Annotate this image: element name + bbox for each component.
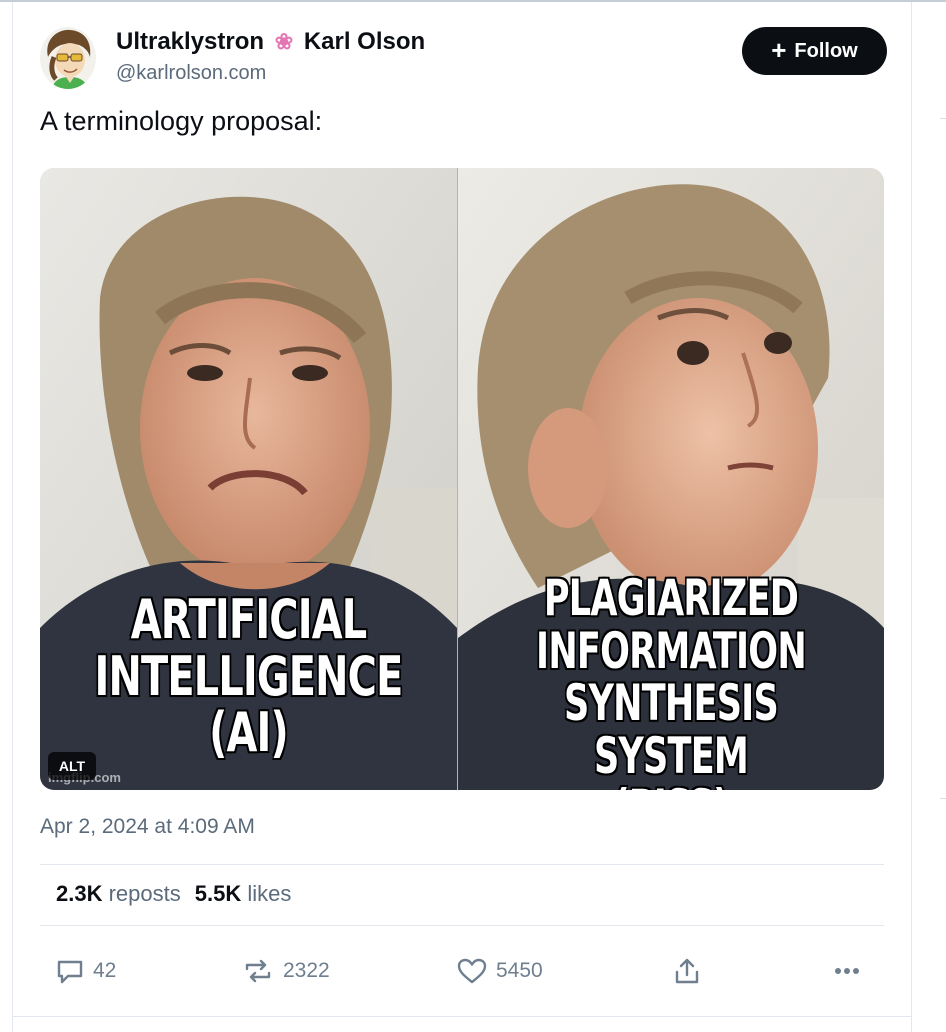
caption-line: INFORMATION xyxy=(535,621,807,680)
meme-panel-right: PLAGIARIZED INFORMATION SYNTHESIS SYSTEM… xyxy=(458,168,884,790)
repost-button[interactable]: 2322 xyxy=(241,955,330,987)
repost-count: 2322 xyxy=(283,959,330,982)
top-divider xyxy=(0,0,946,2)
like-count: 5450 xyxy=(496,959,543,982)
edge-mark xyxy=(940,118,946,119)
edge-mark xyxy=(940,798,946,799)
reposts-count: 2.3K xyxy=(56,881,103,906)
heart-icon xyxy=(457,958,487,984)
divider xyxy=(40,864,884,865)
reposts-stat[interactable]: 2.3K reposts xyxy=(56,881,181,906)
repost-icon xyxy=(245,959,271,983)
caption-line: (PISS) xyxy=(505,781,837,790)
caption-line: (AI) xyxy=(208,701,289,765)
reposts-label: reposts xyxy=(108,881,181,906)
follow-label: Follow xyxy=(794,39,858,62)
engagement-stats: 2.3K reposts 5.5K likes xyxy=(56,881,291,907)
caption-line: PLAGIARIZED xyxy=(543,569,800,627)
author-name-first: Ultraklystron xyxy=(116,28,265,55)
share-icon xyxy=(675,958,699,984)
card-bottom-border xyxy=(12,1016,912,1017)
caption-line: SYNTHESIS SYSTEM xyxy=(563,674,779,785)
more-options-button[interactable] xyxy=(832,955,862,987)
avatar-icon xyxy=(40,27,96,89)
alt-text-button[interactable]: ALT xyxy=(48,752,96,780)
post-timestamp[interactable]: Apr 2, 2024 at 4:09 AM xyxy=(40,815,255,839)
author-name[interactable]: Ultraklystron ❀ Karl Olson xyxy=(116,28,425,56)
likes-stat[interactable]: 5.5K likes xyxy=(195,881,292,906)
reply-button[interactable]: 42 xyxy=(55,955,116,987)
author-name-second: Karl Olson xyxy=(303,28,426,55)
likes-count: 5.5K xyxy=(194,881,242,906)
plus-icon: + xyxy=(771,35,787,65)
meme-panel-left: ARTIFICIAL INTELLIGENCE (AI) xyxy=(40,168,457,790)
meme-caption-left: ARTIFICIAL INTELLIGENCE (AI) xyxy=(78,588,420,765)
more-dots-icon xyxy=(835,968,859,974)
avatar[interactable] xyxy=(40,27,96,89)
caption-line: ARTIFICIAL xyxy=(130,588,368,651)
divider xyxy=(40,925,884,926)
follow-button[interactable]: + Follow xyxy=(742,27,887,75)
flower-icon: ❀ xyxy=(274,29,294,54)
card-border-right xyxy=(911,2,912,1032)
post-image[interactable]: ARTIFICIAL INTELLIGENCE (AI) PLAGIARIZED… xyxy=(40,168,884,790)
share-button[interactable] xyxy=(673,955,701,987)
meme-caption-right: PLAGIARIZED INFORMATION SYNTHESIS SYSTEM… xyxy=(505,569,837,790)
reply-count: 42 xyxy=(93,959,117,982)
card-border-left xyxy=(12,2,13,1032)
like-button[interactable]: 5450 xyxy=(456,955,543,987)
caption-line: INTELLIGENCE xyxy=(94,644,404,708)
post-text: A terminology proposal: xyxy=(40,106,323,136)
comment-icon xyxy=(57,960,83,984)
likes-label: likes xyxy=(247,881,292,906)
author-handle[interactable]: @karlrolson.com xyxy=(116,62,266,85)
